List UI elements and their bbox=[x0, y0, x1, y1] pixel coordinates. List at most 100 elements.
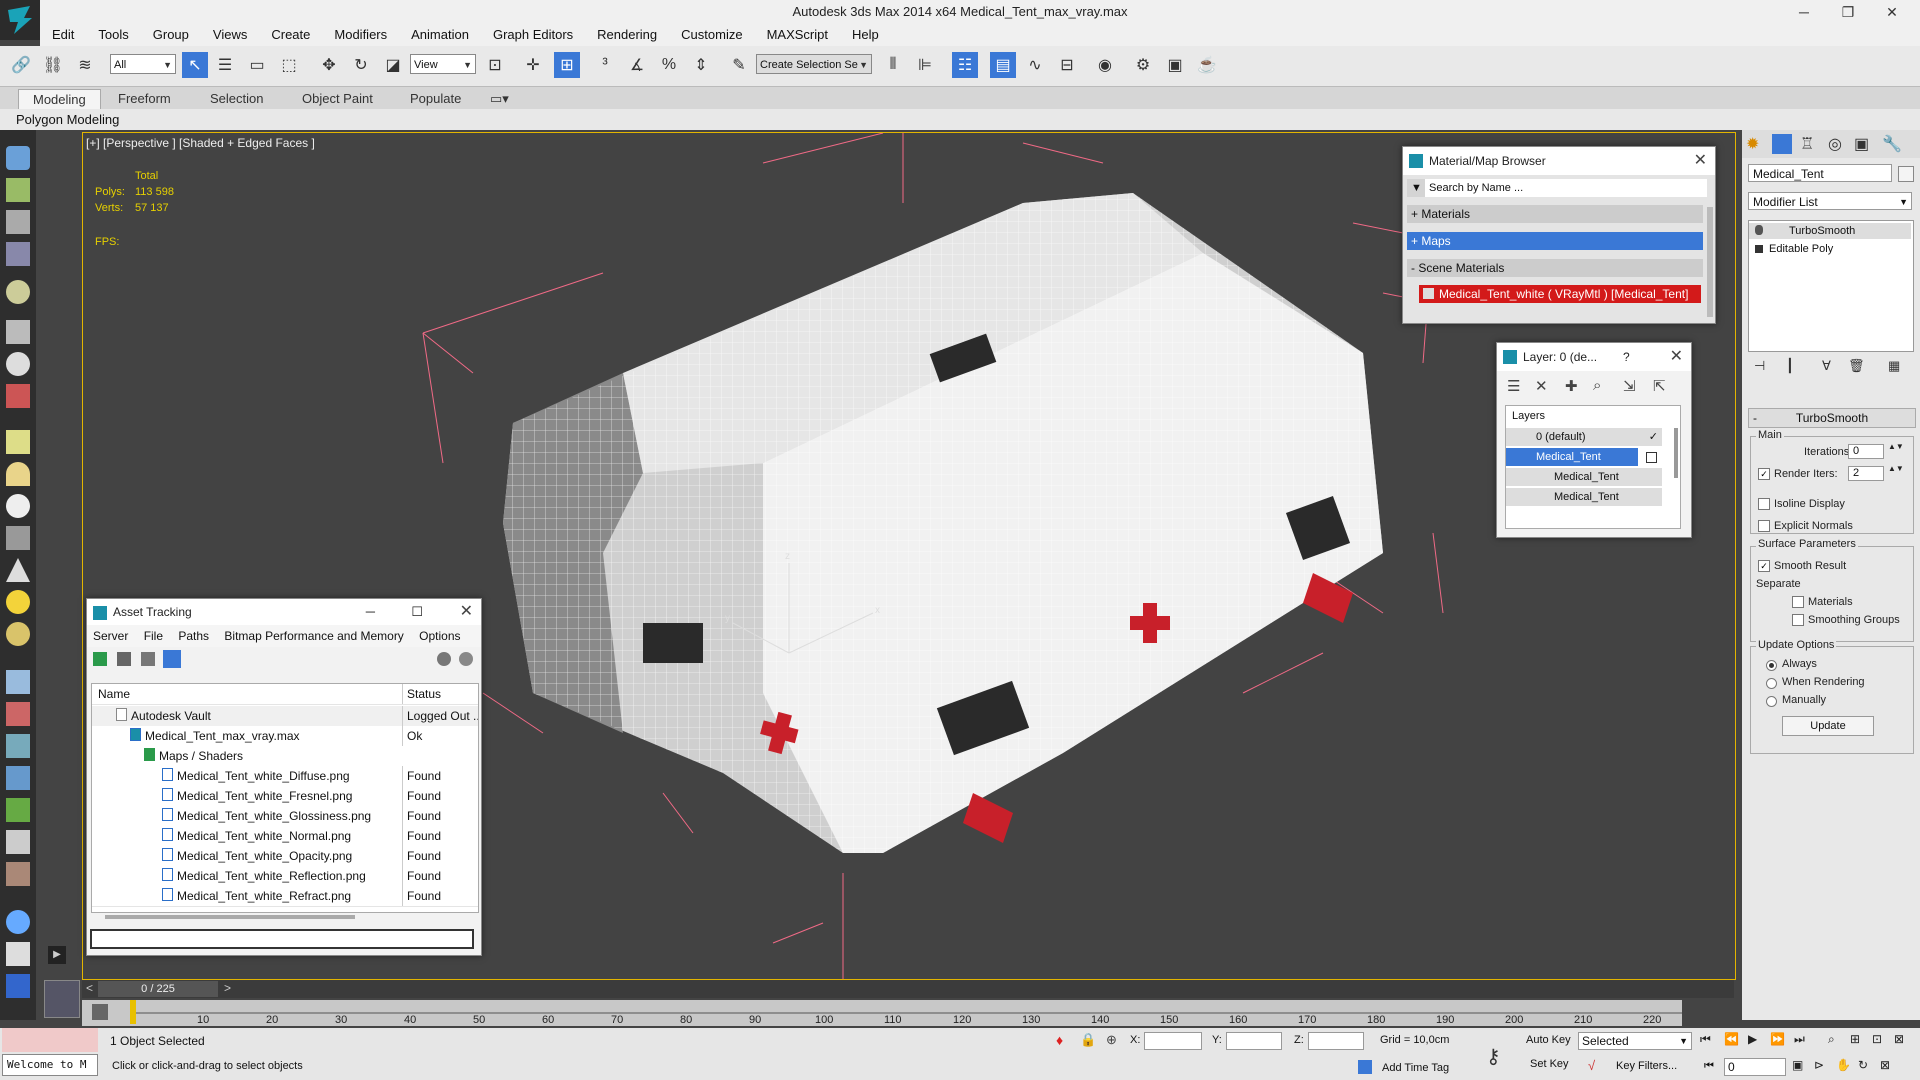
object-icon[interactable] bbox=[6, 352, 30, 376]
globe-icon[interactable] bbox=[6, 910, 30, 934]
display-tab-icon[interactable]: ▣ bbox=[1854, 134, 1874, 154]
create-tab-icon[interactable]: ✹ bbox=[1746, 134, 1766, 154]
orbit-icon[interactable]: ↻ bbox=[1858, 1058, 1868, 1072]
rotate-icon[interactable]: ↻ bbox=[348, 52, 374, 78]
key-filters-button[interactable]: Key Filters... bbox=[1616, 1060, 1677, 1072]
iterations-spinner[interactable]: 0 bbox=[1848, 444, 1884, 459]
sphere-icon[interactable] bbox=[6, 494, 30, 518]
app-logo-button[interactable] bbox=[0, 0, 40, 40]
settings-icon[interactable] bbox=[459, 652, 473, 666]
close-icon[interactable]: ✕ bbox=[1694, 147, 1707, 175]
layer-dialog-titlebar[interactable]: Layer: 0 (de...? ✕ bbox=[1497, 343, 1691, 371]
pivot-center-icon[interactable]: ⊡ bbox=[482, 52, 508, 78]
scene-material-item[interactable]: Medical_Tent_white ( VRayMtl ) [Medical_… bbox=[1419, 285, 1701, 303]
menu-create[interactable]: Create bbox=[259, 24, 322, 42]
polygon-modeling-label[interactable]: Polygon Modeling bbox=[16, 112, 119, 127]
x-coord-field[interactable] bbox=[1144, 1032, 1202, 1050]
table-row[interactable]: Medical_Tent_white_Opacity.png Found bbox=[92, 846, 478, 867]
layer-new-icon[interactable]: ☰ bbox=[1507, 377, 1520, 395]
teapot-icon[interactable] bbox=[6, 146, 30, 170]
field-of-view-icon[interactable]: ⊳ bbox=[1814, 1058, 1824, 1072]
time-prev-button[interactable]: < bbox=[86, 981, 93, 995]
zoom-icon[interactable]: ⌕ bbox=[1828, 1032, 1835, 1047]
percent-snap-icon[interactable]: % bbox=[656, 52, 682, 78]
hair-icon[interactable] bbox=[6, 830, 30, 854]
filter-icon[interactable]: ▼ bbox=[1407, 182, 1422, 194]
make-unique-icon[interactable]: ∀ bbox=[1822, 358, 1831, 374]
explicit-normals-checkbox[interactable] bbox=[1758, 520, 1770, 532]
render-setup-icon[interactable]: ⚙ bbox=[1130, 52, 1156, 78]
refresh-icon[interactable] bbox=[93, 652, 107, 666]
layer-row-default[interactable]: 0 (default) ✓ bbox=[1506, 428, 1662, 446]
list-view-icon[interactable] bbox=[117, 652, 131, 666]
table-row[interactable]: Medical_Tent_white_Reflection.png Found bbox=[92, 866, 478, 887]
maxscript-listener-field[interactable]: Welcome to M bbox=[2, 1054, 98, 1076]
zoom-extents-icon[interactable]: ⊡ bbox=[1872, 1032, 1882, 1046]
render-iters-spinner[interactable]: 2 bbox=[1848, 466, 1884, 481]
menu-customize[interactable]: Customize bbox=[669, 24, 754, 42]
tab-object-paint[interactable]: Object Paint bbox=[302, 91, 373, 106]
table-view-icon[interactable] bbox=[163, 650, 181, 668]
layer-row-medical-tent[interactable]: Medical_Tent bbox=[1506, 448, 1638, 466]
angle-snap-icon[interactable]: ∡ bbox=[624, 52, 650, 78]
maximize-viewport-icon[interactable]: ⊠ bbox=[1880, 1058, 1890, 1072]
layer-delete-icon[interactable]: ✕ bbox=[1535, 377, 1548, 395]
rendered-frame-window-icon[interactable]: ▣ bbox=[1162, 52, 1188, 78]
configure-sets-icon[interactable]: ▦ bbox=[1888, 358, 1900, 374]
spinner-arrows-icon[interactable]: ▲▼ bbox=[1888, 464, 1904, 473]
current-frame-field[interactable]: 0 bbox=[1724, 1058, 1786, 1076]
maxscript-listener-pink[interactable] bbox=[2, 1028, 98, 1052]
sphere-gold-icon[interactable] bbox=[6, 622, 30, 646]
z-coord-field[interactable] bbox=[1308, 1032, 1364, 1050]
crowd-icon[interactable] bbox=[6, 862, 30, 886]
play-icon[interactable]: ▶ bbox=[1748, 1032, 1757, 1046]
bind-space-warp-icon[interactable]: ≋ bbox=[72, 52, 98, 78]
bones-icon[interactable] bbox=[6, 702, 30, 726]
selected-dropdown[interactable]: Selected ▼ bbox=[1578, 1032, 1692, 1050]
layer-select-icon[interactable]: ⌕ bbox=[1593, 377, 1601, 394]
modify-tab-icon[interactable] bbox=[1772, 134, 1792, 154]
update-manually-radio[interactable] bbox=[1766, 696, 1777, 707]
layer-list-scrollbar[interactable] bbox=[1674, 428, 1678, 478]
close-icon[interactable]: ✕ bbox=[460, 599, 473, 625]
dome-icon[interactable] bbox=[6, 462, 30, 486]
mini-listener-icon[interactable] bbox=[44, 980, 80, 1018]
pan-icon[interactable]: ✋ bbox=[1836, 1058, 1851, 1072]
layer-hide-icon[interactable]: ⇱ bbox=[1653, 377, 1666, 395]
unlink-icon[interactable]: ⛓ bbox=[40, 52, 66, 78]
auto-key-button[interactable]: Auto Key bbox=[1526, 1034, 1571, 1046]
smoothing-groups-checkbox[interactable] bbox=[1792, 614, 1804, 626]
time-config-icon[interactable]: ▣ bbox=[1792, 1058, 1803, 1072]
close-icon[interactable]: ✕ bbox=[1670, 343, 1683, 371]
asset-table-h-scrollbar[interactable] bbox=[105, 915, 355, 919]
select-object-icon[interactable]: ↖ bbox=[182, 52, 208, 78]
menu-file[interactable]: File bbox=[132, 629, 163, 643]
box-icon[interactable] bbox=[6, 430, 30, 454]
update-when-rendering-radio[interactable] bbox=[1766, 678, 1777, 689]
current-frame-marker[interactable] bbox=[130, 1000, 136, 1024]
render-production-icon[interactable]: ☕ bbox=[1194, 52, 1220, 78]
render-iters-checkbox[interactable]: ✓ bbox=[1758, 468, 1770, 480]
table-row[interactable]: Medical_Tent_white_Glossiness.png Found bbox=[92, 806, 478, 827]
remove-modifier-icon[interactable]: 🗑 bbox=[1848, 358, 1865, 374]
table-row[interactable]: Medical_Tent_white_Normal.png Found bbox=[92, 826, 478, 847]
cone-icon[interactable] bbox=[6, 558, 30, 582]
scene-materials-section[interactable]: - Scene Materials bbox=[1407, 259, 1703, 277]
set-key-button[interactable]: Set Key bbox=[1530, 1058, 1569, 1070]
menu-rendering[interactable]: Rendering bbox=[585, 24, 669, 42]
stack-item-turbosmooth[interactable]: TurboSmooth bbox=[1749, 223, 1911, 239]
edit-named-selection-icon[interactable]: ✎ bbox=[726, 52, 752, 78]
time-next-button[interactable]: > bbox=[224, 981, 231, 995]
layer-manager-icon[interactable]: ☷ bbox=[952, 52, 978, 78]
align-icon[interactable]: ⊫ bbox=[912, 52, 938, 78]
render-icon[interactable] bbox=[6, 178, 30, 202]
prev-frame-icon[interactable]: ⏪ bbox=[1724, 1032, 1739, 1046]
list-icon[interactable] bbox=[6, 210, 30, 234]
pin-stack-icon[interactable]: ⊣ bbox=[1754, 358, 1765, 374]
scale-icon[interactable]: ◪ bbox=[380, 52, 406, 78]
table-row[interactable]: Autodesk Vault Logged Out ... bbox=[92, 706, 478, 727]
space-warp-icon[interactable] bbox=[6, 766, 30, 790]
menu-tools[interactable]: Tools bbox=[86, 24, 140, 42]
menu-modifiers[interactable]: Modifiers bbox=[322, 24, 399, 42]
detail-view-icon[interactable] bbox=[141, 652, 155, 666]
